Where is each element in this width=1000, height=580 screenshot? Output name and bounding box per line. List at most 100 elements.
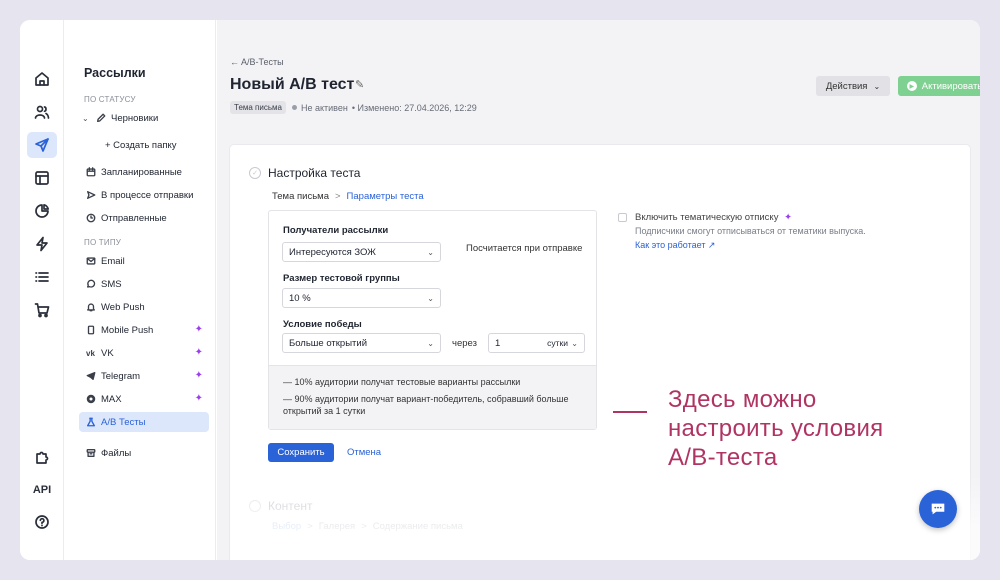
sidebar-item-label: Файлы xyxy=(101,447,132,459)
callout-line-2: настроить условия xyxy=(668,415,884,442)
fade-overlay xyxy=(230,475,980,560)
pie-chart-icon[interactable] xyxy=(27,198,57,224)
api-label: API xyxy=(32,484,52,496)
api-link[interactable]: API xyxy=(27,477,57,503)
app-window: API Рассылки ПО СТАТУСУ ⌄ Черновики + Со… xyxy=(20,20,980,560)
settings-card: ✓ Настройка теста Тема письма > Параметры … xyxy=(230,145,980,560)
puzzle-icon[interactable] xyxy=(27,444,57,470)
duration-unit: сутки xyxy=(547,338,568,348)
recipients-select[interactable]: Интересуются ЗОЖ ⌄ xyxy=(282,242,441,262)
topic-unsubscribe-checkbox[interactable] xyxy=(618,213,627,222)
sidebar: Рассылки ПО СТАТУСУ ⌄ Черновики + Создат… xyxy=(64,20,216,560)
sparkle-icon: ✦ xyxy=(194,324,203,335)
sidebar-item-label: Черновики xyxy=(111,112,159,124)
sidebar-item-sending[interactable]: В процессе отправки xyxy=(79,185,209,205)
sidebar-item-vk[interactable]: vk VK ✦ xyxy=(79,343,209,363)
send-icon[interactable] xyxy=(27,132,57,158)
callout-line-3: А/В-теста xyxy=(668,444,778,471)
step-title: Настройка теста xyxy=(268,166,361,180)
tab-gallery[interactable]: Галерея xyxy=(319,521,355,532)
home-icon[interactable] xyxy=(27,66,57,92)
duration-input[interactable]: 1 сутки ⌄ xyxy=(488,333,585,353)
callout-line xyxy=(613,411,647,413)
sidebar-item-drafts[interactable]: ⌄ Черновики xyxy=(79,108,209,128)
sidebar-item-files[interactable]: Файлы xyxy=(79,443,209,463)
sidebar-item-label: В процессе отправки xyxy=(101,189,194,201)
sidebar-item-sent[interactable]: Отправленные xyxy=(79,208,209,228)
summary-line-2: — 90% аудитории получат вариант-победите… xyxy=(283,394,569,416)
win-condition-select[interactable]: Больше открытий ⌄ xyxy=(282,333,441,353)
bell-icon xyxy=(85,302,96,313)
sidebar-item-mobile-push[interactable]: Mobile Push ✦ xyxy=(79,320,209,340)
how-it-works-link[interactable]: Как это работает ↗ xyxy=(635,240,715,251)
save-button[interactable]: Сохранить xyxy=(268,443,334,462)
tab-subject[interactable]: Тема письма xyxy=(272,191,329,202)
sidebar-item-max[interactable]: MAX ✦ xyxy=(79,389,209,409)
sidebar-item-label: Отправленные xyxy=(101,212,167,224)
sidebar-item-sms[interactable]: SMS xyxy=(79,274,209,294)
users-icon[interactable] xyxy=(27,99,57,125)
create-folder-label: + Создать папку xyxy=(105,139,177,151)
play-icon: ▶ xyxy=(906,81,917,91)
status-text: Не активен xyxy=(300,102,348,113)
lightning-icon[interactable] xyxy=(27,231,57,257)
sidebar-title: Рассылки xyxy=(84,66,146,80)
tab-params[interactable]: Параметры теста xyxy=(347,191,424,202)
topic-unsubscribe-label: Включить тематическую отписку ✦ xyxy=(635,212,792,223)
vk-icon: vk xyxy=(86,348,95,358)
win-condition-label: Условие победы xyxy=(283,319,362,330)
sidebar-item-web-push[interactable]: Web Push xyxy=(79,297,209,317)
breadcrumb[interactable]: ← A/B-Тесты xyxy=(230,57,284,67)
tab-content[interactable]: Содержание письма xyxy=(373,521,463,532)
chevron-down-icon: ⌄ xyxy=(571,338,578,348)
pencil-icon xyxy=(95,113,106,124)
phone-icon xyxy=(85,325,96,336)
tab-separator: > xyxy=(334,191,341,202)
telegram-icon xyxy=(85,371,96,382)
chat-bubble-icon xyxy=(85,279,96,290)
sidebar-item-telegram[interactable]: Telegram ✦ xyxy=(79,366,209,386)
section-by-type: ПО ТИПУ xyxy=(84,238,122,247)
page-title: Новый A/B тест xyxy=(230,76,355,93)
changed-text: • Изменено: 27.04.2026, 12:29 xyxy=(351,102,477,113)
edit-title-icon[interactable]: ✎ xyxy=(355,78,364,91)
meta-row: Тема письма Не активен • Изменено: 27.04… xyxy=(230,101,477,114)
tab-choice[interactable]: Выбор xyxy=(272,521,301,532)
group-size-value: 10 % xyxy=(289,292,311,304)
cancel-button[interactable]: Отмена xyxy=(347,447,381,458)
test-params-form: Получатели рассылки Интересуются ЗОЖ ⌄ П… xyxy=(268,210,597,430)
duration-value: 1 xyxy=(495,337,501,349)
layout-icon[interactable] xyxy=(27,165,57,191)
actions-button[interactable]: Действия ⌄ xyxy=(816,76,890,96)
sidebar-item-label: MAX xyxy=(101,393,122,405)
summary-box: — 10% аудитории получат тестовые вариант… xyxy=(269,365,596,429)
sidebar-item-ab-tests[interactable]: A/B Тесты xyxy=(79,412,209,432)
chat-support-button[interactable] xyxy=(919,490,957,528)
icon-rail: API xyxy=(20,20,64,560)
save-label: Сохранить xyxy=(277,447,325,458)
cart-icon[interactable] xyxy=(27,297,57,323)
group-size-select[interactable]: 10 % ⌄ xyxy=(282,288,441,308)
calendar-icon xyxy=(85,167,96,178)
list-icon[interactable] xyxy=(27,264,57,290)
callout-line-1: Здесь можно xyxy=(668,386,817,413)
status-dot xyxy=(291,105,297,110)
create-folder-button[interactable]: + Создать папку xyxy=(99,135,209,155)
sidebar-item-scheduled[interactable]: Запланированные xyxy=(79,162,209,182)
chevron-down-icon[interactable]: ⌄ xyxy=(82,114,89,123)
recipients-note: Посчитается при отправке xyxy=(466,243,583,254)
sidebar-item-label: VK xyxy=(101,347,114,359)
max-icon xyxy=(85,394,96,405)
help-icon[interactable] xyxy=(27,509,57,535)
sidebar-item-email[interactable]: Email xyxy=(79,251,209,271)
step2-circle-icon xyxy=(249,500,261,512)
chat-icon xyxy=(931,503,945,515)
topic-unsubscribe-hint: Подписчики смогут отписываться от темати… xyxy=(635,226,866,236)
after-label: через xyxy=(452,338,477,349)
check-circle-icon: ✓ xyxy=(249,167,261,179)
activate-button[interactable]: ▶ Активировать xyxy=(898,76,980,96)
activate-label: Активировать xyxy=(921,80,980,92)
actions-label: Действия xyxy=(825,80,868,92)
chevron-down-icon: ⌄ xyxy=(427,293,434,303)
sidebar-item-label: Email xyxy=(101,255,125,267)
